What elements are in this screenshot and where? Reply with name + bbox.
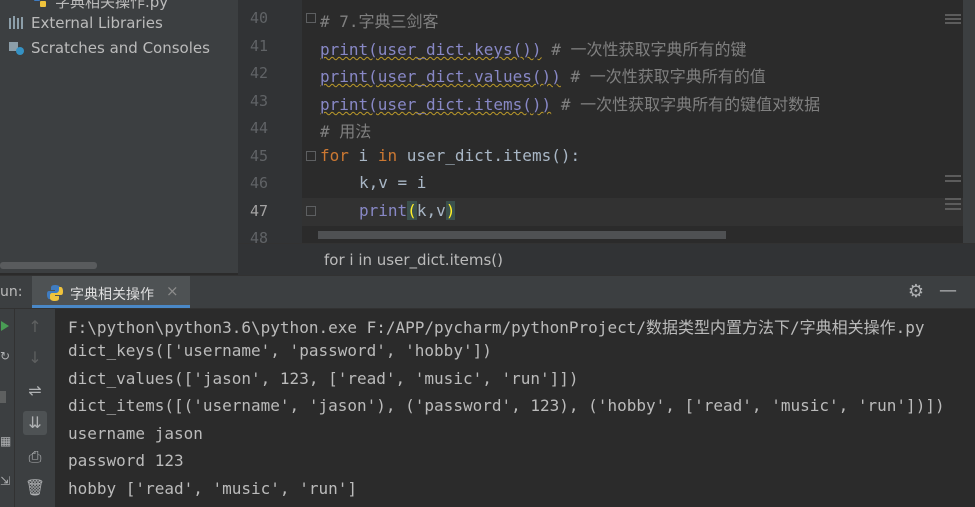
console-output-line: dict_values(['jason', 123, ['read', 'mus… <box>68 369 579 388</box>
arrow-down-icon[interactable]: ↓ <box>23 346 47 370</box>
rerun-icon[interactable] <box>1 321 9 331</box>
code-line-42: print(user_dict.values()) # 一次性获取字典所有的值 <box>320 63 766 87</box>
scratches-icon <box>8 40 26 56</box>
error-stripe-mark[interactable] <box>945 180 961 182</box>
minimize-icon[interactable]: — <box>936 280 960 304</box>
comment: # 用法 <box>320 122 372 141</box>
line-number: 44 <box>249 119 268 137</box>
line-number: 40 <box>249 9 268 27</box>
code-line-46: k,v = i <box>359 173 426 192</box>
comment: # 7.字典三剑客 <box>320 12 439 31</box>
code-line-43: print(user_dict.items()) # 一次性获取字典所有的键值对… <box>320 91 820 115</box>
project-panel: 字典相关操作.py External Libraries Scratches a… <box>0 0 238 273</box>
paren-open: ( <box>407 201 417 220</box>
code-line-45: for i in user_dict.items(): <box>320 146 580 165</box>
line-number: 42 <box>249 64 268 82</box>
library-icon <box>8 15 26 31</box>
console-output-line: F:\python\python3.6\python.exe F:/APP/py… <box>68 318 925 337</box>
keyword-in: in <box>377 146 398 165</box>
console-output-line: hobby ['read', 'music', 'run'] <box>68 479 357 498</box>
code-line-47: print(k,v) <box>359 201 456 220</box>
console-output-line: dict_keys(['username', 'password', 'hobb… <box>68 341 492 360</box>
print-icon[interactable]: ⎙ <box>23 445 47 469</box>
line-number: 41 <box>249 37 268 55</box>
active-tab-indicator <box>32 305 190 308</box>
breadcrumb-item[interactable]: for i in user_dict.items() <box>324 251 503 269</box>
code: print(user_dict.values()) <box>320 67 561 86</box>
close-icon[interactable]: × <box>166 282 179 300</box>
code: user_dict.items(): <box>397 146 581 165</box>
stop-icon[interactable] <box>0 391 6 403</box>
keyword-for: for <box>320 146 349 165</box>
comment: # 一次性获取字典所有的值 <box>560 67 766 86</box>
run-toolbar-left: ↻ ▦ ⇲ <box>0 309 14 507</box>
code-line-40: # 7.字典三剑客 <box>320 8 439 32</box>
error-stripe-mark[interactable] <box>945 22 961 24</box>
comment: # 一次性获取字典所有的键 <box>541 40 747 59</box>
breadcrumb[interactable]: for i in user_dict.items() <box>238 243 975 275</box>
code: print(user_dict.keys()) <box>320 40 542 59</box>
error-stripe-mark[interactable] <box>945 203 961 205</box>
code: i <box>348 146 378 165</box>
tree-item-label: External Libraries <box>31 14 163 32</box>
line-number: 43 <box>249 92 268 110</box>
gear-icon[interactable]: ⚙ <box>904 280 928 304</box>
run-tool-header: un: 字典相关操作 × ⚙ — <box>0 275 975 309</box>
error-stripe-mark[interactable] <box>945 198 961 200</box>
run-tab[interactable]: 字典相关操作 × <box>32 276 190 308</box>
soft-wrap-icon[interactable]: ⇌ <box>23 379 47 403</box>
run-tab-title: 字典相关操作 <box>70 287 154 303</box>
trash-icon[interactable]: 🗑 <box>23 476 47 500</box>
code: k,v = i <box>359 173 427 192</box>
code-line-41: print(user_dict.keys()) # 一次性获取字典所有的键 <box>320 36 746 60</box>
console-output-line: dict_items([('username', 'jason'), ('pas… <box>68 396 945 415</box>
right-tool-strip <box>963 0 975 275</box>
console-output-line: password 123 <box>68 451 184 470</box>
error-stripe-mark[interactable] <box>945 208 961 210</box>
paren-close: ) <box>445 201 456 220</box>
line-number: 48 <box>249 229 268 243</box>
line-number: 45 <box>249 147 268 165</box>
error-stripe-mark[interactable] <box>945 14 961 16</box>
code: k,v <box>416 201 446 220</box>
python-file-icon <box>32 0 50 9</box>
arrow-up-icon[interactable]: ↑ <box>23 315 47 339</box>
fold-marker-icon[interactable] <box>306 151 316 161</box>
error-stripe-mark[interactable] <box>945 18 961 20</box>
comment: # 一次性获取字典所有的键值对数据 <box>551 95 821 114</box>
tree-item-external-libraries[interactable]: External Libraries <box>8 11 163 35</box>
run-toolbar: ↑ ↓ ⇌ ⇊ ⎙ 🗑 <box>14 309 55 507</box>
tree-item-label: 字典相关操作.py <box>55 0 169 11</box>
refresh-icon[interactable]: ↻ <box>0 349 10 363</box>
scroll-to-end-icon[interactable]: ⇊ <box>23 411 47 435</box>
line-number: 46 <box>249 174 268 192</box>
python-icon <box>46 284 64 306</box>
project-scrollbar[interactable] <box>0 262 97 269</box>
line-number-current: 47 <box>249 202 268 220</box>
editor-horizontal-scrollbar[interactable] <box>318 231 726 239</box>
tree-item-label: Scratches and Consoles <box>31 39 210 57</box>
run-console[interactable]: ↻ ▦ ⇲ ↑ ↓ ⇌ ⇊ ⎙ 🗑 F:\python\python3.6\py… <box>0 309 975 507</box>
error-stripe-mark[interactable] <box>945 175 961 177</box>
pin-icon[interactable]: ⇲ <box>0 474 10 488</box>
run-label: un: <box>0 284 23 300</box>
fold-marker-icon[interactable] <box>306 13 316 23</box>
tree-item-scratches[interactable]: Scratches and Consoles <box>8 36 210 60</box>
layout-icon[interactable]: ▦ <box>0 434 11 448</box>
console-output-line: username jason <box>68 424 203 443</box>
code-line-44: # 用法 <box>320 118 371 142</box>
code-editor[interactable]: 40 41 42 43 44 45 46 47 48 # 7.字典三剑客 pri… <box>238 0 975 243</box>
builtin-print: print <box>359 201 408 220</box>
code: print(user_dict.items()) <box>320 95 552 114</box>
fold-marker-icon[interactable] <box>306 206 316 216</box>
